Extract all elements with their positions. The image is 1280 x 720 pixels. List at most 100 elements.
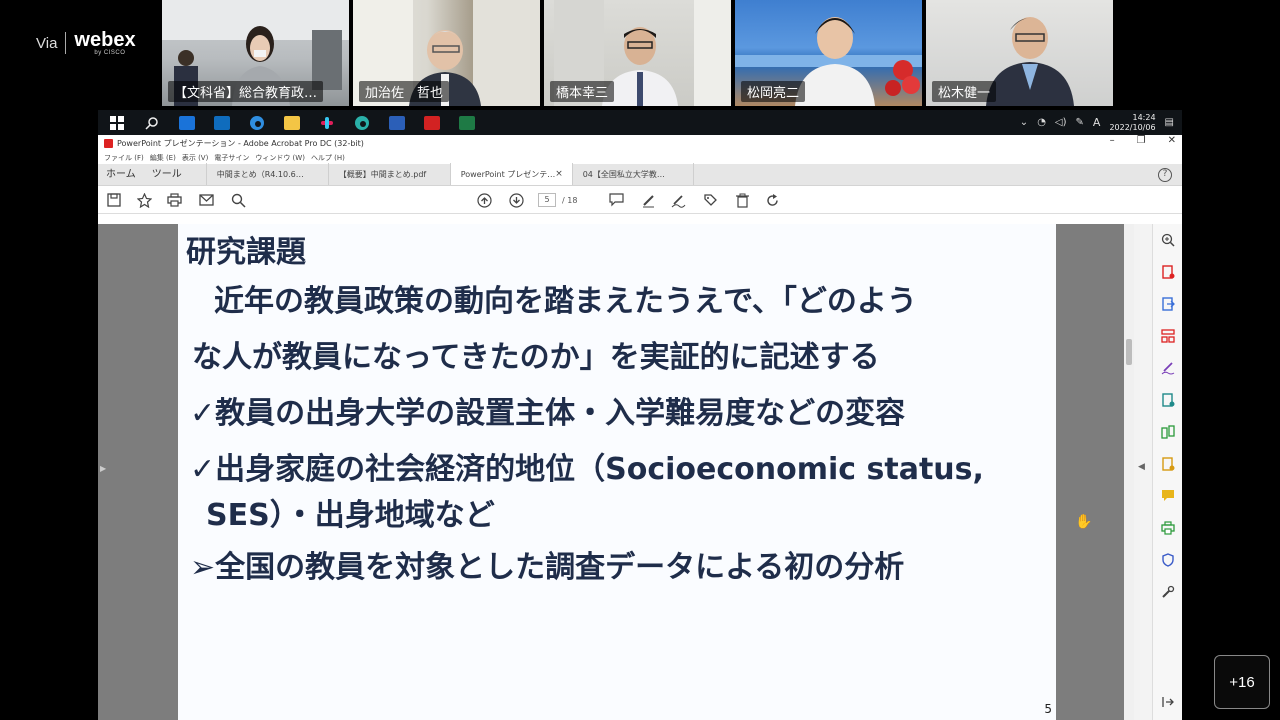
outlook-icon[interactable] (209, 110, 235, 135)
menu-window[interactable]: ウィンドウ (W) (255, 153, 305, 163)
notification-icon[interactable]: ▤ (1165, 117, 1174, 128)
acrobat-toolbar: 5 / 18 (98, 186, 1182, 214)
zoom-in-icon[interactable] (1160, 232, 1176, 248)
participant-tile[interactable]: 【文科省】総合教育政… (162, 0, 349, 106)
total-pages-label: / 18 (562, 195, 578, 205)
document-tab-label: 04【全国私立大学教… (582, 169, 665, 179)
document-viewer[interactable]: ▶ 研究課題 近年の教員政策の動向を踏まえたうえで、「どのよう な人が教員になっ… (98, 224, 1151, 720)
word-icon[interactable] (384, 110, 410, 135)
create-pdf-icon[interactable] (1160, 264, 1176, 280)
slide-text-line: な人が教員になってきたのか」を実証的に記述する (192, 340, 880, 375)
slide-page-number: 5 (1044, 702, 1052, 716)
more-participants-button[interactable]: +16 (1214, 655, 1270, 709)
expand-pane-icon[interactable] (1160, 694, 1176, 710)
chevron-up-icon[interactable]: ⌄ (1020, 117, 1028, 128)
edge-icon[interactable] (244, 110, 270, 135)
menu-help[interactable]: ヘルプ (H) (311, 153, 345, 163)
save-icon[interactable] (106, 192, 122, 208)
windows-taskbar: ⌄ ◔ ◁) ✎ A 14:24 2022/10/06 ▤ (98, 110, 1182, 135)
current-page-input[interactable]: 5 (538, 193, 556, 207)
menu-edit[interactable]: 編集 (E) (150, 153, 176, 163)
tools-pane (1152, 224, 1182, 720)
acrobat-app-icon (104, 138, 113, 148)
slide-bullet-line: ➢全国の教員を対象とした調査データによる初の分析 (190, 550, 905, 585)
zoom-search-icon[interactable] (230, 192, 246, 208)
participant-tile[interactable]: 松岡亮二 (735, 0, 922, 106)
pdf-page: 研究課題 近年の教員政策の動向を踏まえたうえで、「どのよう な人が教員になってき… (178, 224, 1056, 720)
menu-view[interactable]: 表示 (V) (182, 153, 208, 163)
window-title: PowerPoint プレゼンテーション - Adobe Acrobat Pro… (117, 138, 364, 148)
slide-bullet-line: ✓教員の出身大学の設置主体・入学難易度などの変容 (190, 396, 906, 431)
acrobat-icon[interactable] (419, 110, 445, 135)
close-tab-icon[interactable]: × (555, 169, 563, 179)
close-icon[interactable]: ✕ (1168, 135, 1176, 151)
combine-files-icon[interactable] (1160, 456, 1176, 472)
participant-tile[interactable]: 橋本幸三 (544, 0, 731, 106)
volume-icon[interactable]: ◁) (1055, 117, 1067, 128)
network-icon[interactable]: ◔ (1037, 117, 1046, 128)
participant-tile[interactable]: 加治佐 哲也 (353, 0, 540, 106)
more-tools-icon[interactable] (1160, 584, 1176, 600)
window-controls: – ❐ ✕ (1110, 135, 1176, 151)
previous-page-icon[interactable] (476, 192, 492, 208)
excel-icon[interactable] (454, 110, 480, 135)
document-tab[interactable]: 04【全国私立大学教… (571, 163, 694, 185)
bookmark-star-icon[interactable] (136, 192, 152, 208)
print-production-icon[interactable] (1160, 520, 1176, 536)
document-tab-label: 中間まとめ（R4.10.6… (216, 169, 304, 179)
document-tab-label: PowerPoint プレゼンテ… (460, 169, 556, 179)
participant-name: 松岡亮二 (741, 81, 806, 102)
help-icon[interactable]: ? (1158, 168, 1172, 182)
clock-date: 2022/10/06 (1109, 122, 1156, 132)
menu-esign[interactable]: 電子サイン (214, 153, 249, 163)
email-icon[interactable] (198, 192, 214, 208)
page-navigator: 5 / 18 (538, 192, 577, 208)
organize-pages-icon[interactable] (1160, 328, 1176, 344)
tabs-bar: ホーム ツール 中間まとめ（R4.10.6… 【概要】中間まとめ.pdf Pow… (98, 163, 1182, 186)
delete-trash-icon[interactable] (734, 192, 750, 208)
file-explorer-icon[interactable] (279, 110, 305, 135)
windows-icon[interactable] (104, 110, 130, 135)
minimize-icon[interactable]: – (1110, 135, 1115, 151)
slack-icon[interactable] (314, 110, 340, 135)
tab-tools[interactable]: ツール (146, 165, 206, 185)
protect-shield-icon[interactable] (1160, 552, 1176, 568)
hand-cursor-icon: ✋ (1075, 514, 1093, 530)
webex-meeting-window: Via webex by CISCO 【文科省】総合教育政… 加治佐 哲也 橋本… (0, 0, 1280, 720)
shared-screen: ⌄ ◔ ◁) ✎ A 14:24 2022/10/06 ▤ PowerPoint… (98, 110, 1182, 720)
participant-tile[interactable]: 松木健一 (926, 0, 1113, 106)
maximize-icon[interactable]: ❐ (1137, 135, 1146, 151)
scrollbar-thumb[interactable] (1126, 339, 1132, 365)
rotate-icon[interactable] (764, 192, 780, 208)
document-tab[interactable]: 中間まとめ（R4.10.6… (205, 163, 328, 185)
highlight-pen-icon[interactable] (640, 192, 656, 208)
vertical-scrollbar[interactable] (1124, 224, 1134, 720)
compare-files-icon[interactable] (1160, 424, 1176, 440)
collapse-pane-arrow-icon[interactable]: ◀ (1138, 462, 1145, 472)
participant-name: 橋本幸三 (550, 81, 615, 102)
left-panel-arrow-icon[interactable]: ▶ (100, 464, 106, 473)
next-page-icon[interactable] (508, 192, 524, 208)
print-icon[interactable] (166, 192, 182, 208)
edit-pdf-icon[interactable] (1160, 392, 1176, 408)
edge-beta-icon[interactable] (349, 110, 375, 135)
tab-home[interactable]: ホーム (98, 165, 146, 185)
sign-icon[interactable] (670, 192, 686, 208)
webex-wordmark: webex (74, 29, 136, 51)
comment-tool-icon[interactable] (1160, 488, 1176, 504)
right-pane-toggle: ◀ (1134, 224, 1152, 720)
slide-bullet-line: ✓出身家庭の社会経済的地位（Socioeconomic status, (190, 452, 984, 487)
document-tab[interactable]: 【概要】中間まとめ.pdf (327, 163, 450, 185)
document-tab-active[interactable]: PowerPoint プレゼンテ… × (449, 163, 572, 185)
search-icon[interactable] (139, 110, 165, 135)
share-tag-icon[interactable] (702, 192, 718, 208)
fill-sign-icon[interactable] (1160, 360, 1176, 376)
export-pdf-icon[interactable] (1160, 296, 1176, 312)
ime-indicator[interactable]: A (1093, 116, 1101, 129)
box-icon[interactable] (174, 110, 200, 135)
comment-icon[interactable] (608, 192, 624, 208)
participant-name: 【文科省】総合教育政… (168, 81, 324, 102)
clock[interactable]: 14:24 2022/10/06 (1109, 113, 1155, 133)
pen-icon[interactable]: ✎ (1076, 117, 1084, 128)
menu-file[interactable]: ファイル (F) (104, 153, 144, 163)
